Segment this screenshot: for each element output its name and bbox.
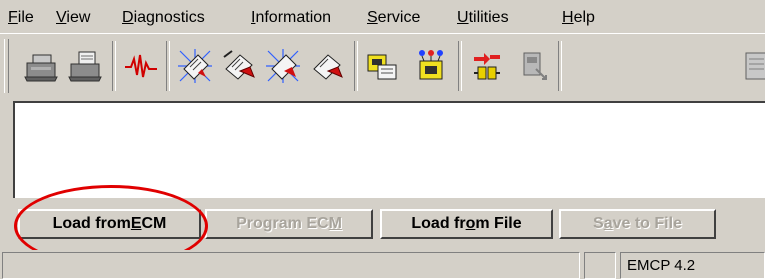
menu-diagnostics[interactable]: Diagnostics: [122, 7, 205, 29]
menu-help-label: elp: [573, 9, 595, 26]
menu-utilities[interactable]: Utilities: [457, 7, 509, 29]
save-to-file-label-post: ve to File: [612, 215, 682, 232]
menu-file-accel: F: [8, 9, 18, 26]
print-preview-icon[interactable]: [64, 41, 106, 91]
status-bar: EMCP 4.2: [0, 250, 765, 279]
toolbar-separator: [166, 41, 170, 91]
load-from-ecm-accel: E: [130, 215, 142, 232]
status-pane-main: [2, 252, 580, 279]
load-from-ecm-label-pre: Load from: [52, 215, 131, 232]
load-from-ecm-label-post: CM: [141, 215, 167, 232]
menu-file-label: ile: [17, 9, 34, 26]
toolbar-grip[interactable]: [4, 39, 9, 93]
load-from-file-button[interactable]: Load fr o m File: [380, 209, 553, 239]
toolbar: [0, 35, 765, 98]
toolbar-separator: [112, 41, 116, 91]
disconnect-icon[interactable]: [466, 41, 508, 91]
menu-diagnostics-accel: D: [122, 9, 134, 26]
save-to-file-label-pre: S: [593, 215, 604, 232]
menu-service-accel: S: [367, 9, 378, 26]
menu-information-label: nformation: [255, 9, 332, 26]
menu-file[interactable]: File: [8, 7, 34, 29]
menu-service[interactable]: Service: [367, 7, 420, 29]
ecm-connect-icon[interactable]: [410, 41, 452, 91]
ecm-info-icon[interactable]: [512, 41, 554, 91]
load-from-file-label-post: m File: [475, 215, 522, 232]
menu-utilities-label: tilities: [468, 9, 509, 26]
toolbar-separator: [458, 41, 462, 91]
toolbar-separator: [354, 41, 358, 91]
menu-service-label: ervice: [377, 9, 421, 26]
ecm-download-icon[interactable]: [362, 41, 404, 91]
menu-bar: File View Diagnostics Information Servic…: [0, 0, 765, 34]
load-from-ecm-button[interactable]: Load from E CM: [18, 209, 201, 239]
ecg-waveform-icon[interactable]: [120, 41, 162, 91]
document-icon[interactable]: [740, 41, 765, 91]
load-from-file-accel: o: [465, 215, 476, 232]
menu-help[interactable]: Help: [562, 7, 595, 29]
menu-view[interactable]: View: [56, 7, 90, 29]
status-pane-model: EMCP 4.2: [620, 252, 765, 279]
ecm-flash-program-icon[interactable]: [174, 41, 216, 91]
save-to-file-button[interactable]: Sa ve to File: [559, 209, 716, 239]
toolbar-separator: [558, 41, 562, 91]
printer-icon[interactable]: [20, 41, 62, 91]
output-text-area[interactable]: [13, 101, 765, 198]
menu-utilities-accel: U: [457, 9, 469, 26]
load-from-file-label-pre: Load fr: [411, 215, 466, 232]
menu-view-label: iew: [66, 9, 91, 26]
ecm-flash-verify-icon[interactable]: [262, 41, 304, 91]
program-ecm-label-pre: Program EC: [236, 215, 329, 232]
status-pane-small: [584, 252, 616, 279]
ecm-flash-edit-icon[interactable]: [218, 41, 260, 91]
menu-diagnostics-label: iagnostics: [133, 9, 205, 26]
menu-information[interactable]: Information: [251, 7, 331, 29]
ecm-flash-write-icon[interactable]: [306, 41, 348, 91]
save-to-file-accel: a: [603, 215, 613, 232]
menu-help-accel: H: [562, 9, 574, 26]
menu-divider: [0, 33, 765, 34]
program-ecm-button[interactable]: Program EC M: [205, 209, 373, 239]
program-ecm-accel: M: [328, 215, 342, 232]
menu-view-accel: V: [56, 9, 67, 26]
